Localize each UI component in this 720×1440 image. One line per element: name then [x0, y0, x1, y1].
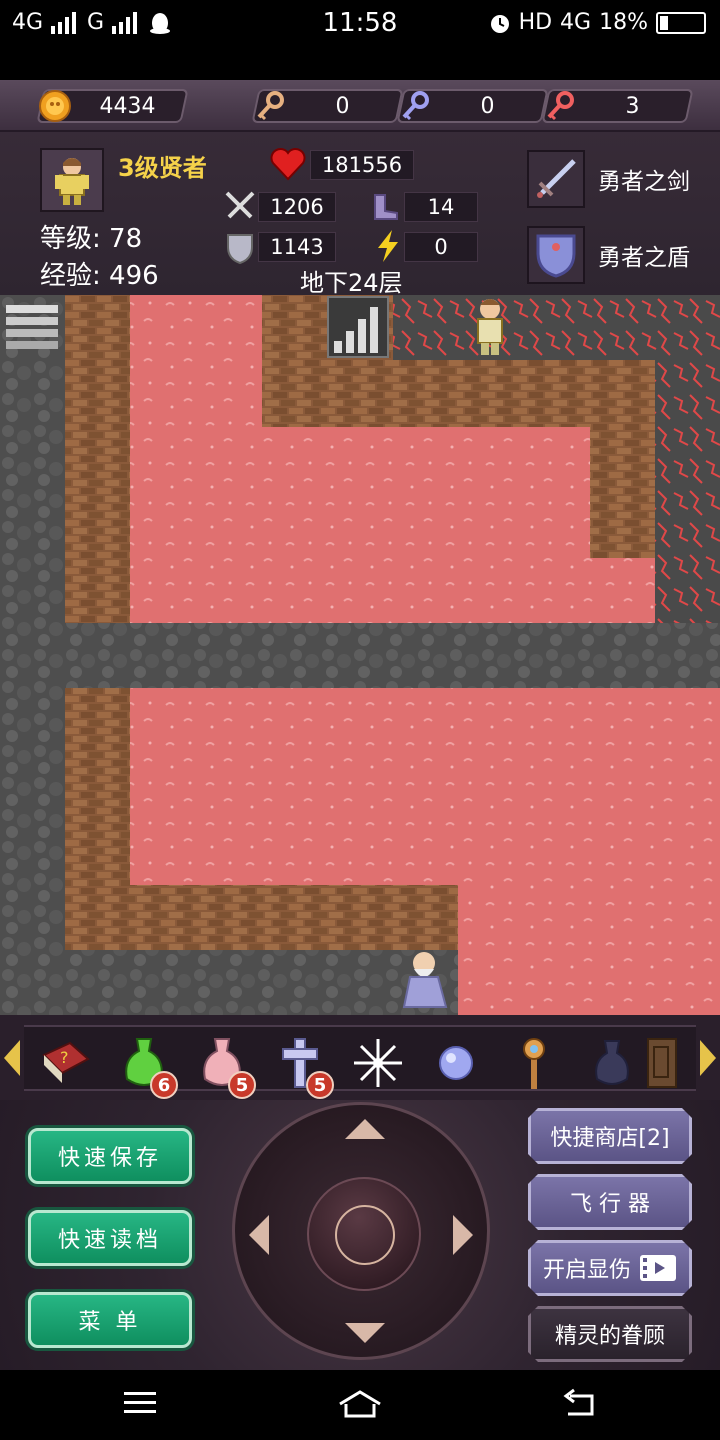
back-icon[interactable]: [562, 1388, 598, 1418]
gold-value: 4434: [99, 93, 156, 119]
hud-panel: 4434 0 0 3 3级贤者 等级: 78 经验: 496 181556 12…: [0, 80, 720, 297]
home-icon[interactable]: [336, 1388, 384, 1418]
hp-value: 181556: [310, 150, 414, 180]
quick-shop-button[interactable]: 快捷商店[2]: [528, 1108, 692, 1164]
dark-vase-icon: [595, 1040, 629, 1085]
green-potion-count: 6: [150, 1071, 178, 1099]
yellow-key-counter: 0: [251, 89, 404, 123]
stairs-down-icon[interactable]: [327, 296, 389, 358]
network-right: 4G: [560, 10, 592, 35]
map-canvas[interactable]: [0, 295, 720, 1015]
item-bar: ? 6 5 5: [0, 1015, 720, 1100]
item-strip: ? 6 5 5: [24, 1025, 696, 1099]
game-map[interactable]: [0, 295, 720, 1015]
door-icon: [647, 1038, 677, 1088]
agility-value: 14: [404, 192, 478, 222]
dpad-right-icon[interactable]: [453, 1215, 473, 1255]
hd-label: HD: [518, 10, 553, 35]
cross-count: 5: [306, 1071, 334, 1099]
status-bar: 4G G 11:58 HD 4G 18%: [0, 0, 720, 80]
fly-button[interactable]: 飞 行 器: [528, 1174, 692, 1230]
level-label: 等级:: [40, 224, 101, 254]
dpad-ring-icon: [335, 1205, 395, 1265]
fairy-button[interactable]: 精灵的眷顾: [528, 1306, 692, 1362]
item-staff[interactable]: [502, 1033, 566, 1093]
exp-row: 经验: 496: [40, 255, 159, 292]
item-scroll-right[interactable]: [700, 1040, 716, 1076]
red-key-icon: [547, 91, 574, 121]
weapon-name: 勇者之剑: [598, 169, 690, 195]
item-door[interactable]: [642, 1033, 682, 1093]
quick-load-button[interactable]: 快速读档: [28, 1210, 192, 1266]
sword-icon: [537, 159, 576, 198]
level-row: 等级: 78: [40, 218, 142, 255]
item-green-potion[interactable]: 6: [112, 1033, 178, 1099]
show-damage-button[interactable]: 开启显伤: [528, 1240, 692, 1296]
item-snowflake[interactable]: [346, 1033, 410, 1093]
hero-avatar-icon: [55, 158, 89, 205]
item-book[interactable]: ?: [34, 1033, 98, 1093]
alarm-icon: [490, 14, 509, 33]
dpad-left-icon[interactable]: [249, 1215, 269, 1255]
shield-defense-icon: [222, 230, 258, 266]
item-dark-vase[interactable]: [580, 1033, 644, 1093]
book-icon: ?: [42, 1041, 90, 1083]
snowflake-icon: [354, 1039, 402, 1087]
item-scroll-left[interactable]: [4, 1040, 20, 1076]
boots-agility-icon: [368, 188, 404, 224]
battery-icon: [656, 11, 706, 34]
item-cross[interactable]: 5: [268, 1033, 334, 1099]
fairy-label: 精灵的眷顾: [554, 1324, 665, 1349]
battery-percent: 18%: [599, 10, 648, 35]
sword-attack-icon: [222, 188, 258, 224]
pink-potion-count: 5: [228, 1071, 256, 1099]
defense-value: 1143: [258, 232, 336, 262]
shield-icon: [536, 234, 576, 278]
weapon-slot[interactable]: [527, 150, 585, 208]
orb-icon: [439, 1046, 473, 1080]
dpad-center[interactable]: [307, 1177, 421, 1291]
red-key-value: 3: [625, 93, 640, 119]
resource-bar: 4434 0 0 3: [0, 80, 720, 132]
control-panel: 快速保存 快速读档 菜 单 快捷商店[2] 飞 行 器 开启显伤 精灵的眷顾: [0, 1100, 720, 1370]
dpad-up-icon[interactable]: [345, 1119, 385, 1139]
quick-shop-label: 快捷商店[2]: [550, 1126, 670, 1151]
film-icon: [640, 1255, 676, 1281]
exp-value: 496: [109, 261, 159, 291]
dpad[interactable]: [232, 1102, 490, 1360]
blue-key-value: 0: [480, 93, 495, 119]
yellow-key-icon: [257, 91, 284, 121]
gold-coin-icon: [38, 90, 71, 122]
fly-label: 飞 行 器: [570, 1192, 650, 1217]
staff-icon: [523, 1038, 545, 1089]
red-key-counter: 3: [541, 89, 694, 123]
yellow-key-value: 0: [335, 93, 350, 119]
system-nav-bar: [0, 1370, 720, 1440]
status-right: HD 4G 18%: [489, 10, 706, 35]
magic-value: 0: [404, 232, 478, 262]
level-value: 78: [109, 224, 143, 254]
menu-icon[interactable]: [122, 1388, 158, 1418]
armor-slot[interactable]: [527, 226, 585, 284]
armor-name: 勇者之盾: [598, 245, 690, 271]
floor-label: 地下24层: [300, 269, 403, 297]
menu-button[interactable]: 菜 单: [28, 1292, 192, 1348]
item-orb[interactable]: [424, 1033, 488, 1093]
gold-counter: 4434: [36, 89, 189, 123]
show-damage-label: 开启显伤: [542, 1258, 631, 1283]
blue-key-counter: 0: [396, 89, 549, 123]
item-pink-potion[interactable]: 5: [190, 1033, 256, 1099]
exp-label: 经验:: [40, 261, 101, 291]
dpad-down-icon[interactable]: [345, 1323, 385, 1343]
hero-title: 3级贤者: [118, 154, 207, 182]
blue-key-icon: [402, 91, 429, 121]
heart-icon: [270, 146, 306, 182]
quick-save-button[interactable]: 快速保存: [28, 1128, 192, 1184]
attack-value: 1206: [258, 192, 336, 222]
svg-text:?: ?: [60, 1048, 69, 1067]
lightning-icon: [370, 228, 406, 264]
hero-portrait: [40, 148, 104, 212]
